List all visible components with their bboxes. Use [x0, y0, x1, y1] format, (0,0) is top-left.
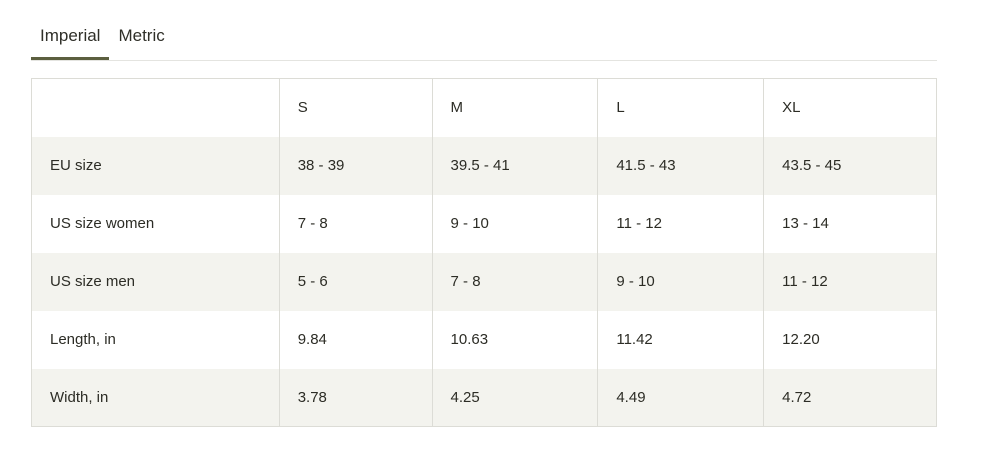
table-row-length: Length, in 9.84 10.63 11.42 12.20	[32, 310, 937, 369]
tab-metric[interactable]: Metric	[109, 18, 173, 59]
row-label: Length, in	[50, 331, 116, 348]
table-header-row: S M L XL	[32, 78, 937, 137]
table-cell: 9.84	[278, 310, 433, 369]
column-header-xl: XL	[763, 78, 937, 137]
unit-tabs: Imperial Metric	[31, 18, 937, 61]
table-cell: 39.5 - 41	[431, 136, 598, 195]
row-label: US size women	[50, 215, 155, 232]
table-cell: 43.5 - 45	[763, 136, 937, 195]
table-cell: 4.72	[763, 368, 937, 427]
table-cell: 3.78	[278, 368, 433, 427]
column-header-l: L	[597, 78, 764, 137]
table-row-us-size-men: US size men 5 - 6 7 - 8 9 - 10 11 - 12	[31, 252, 937, 311]
row-label: EU size	[31, 136, 280, 195]
table-cell: 7 - 8	[431, 252, 598, 311]
table-cell: 11 - 12	[763, 252, 937, 311]
tab-imperial[interactable]: Imperial	[31, 18, 110, 60]
table-cell: 4.25	[431, 368, 598, 427]
table-cell: 12.20	[763, 310, 937, 369]
table-cell: 10.63	[431, 310, 598, 369]
table-cell: 11 - 12	[597, 194, 764, 253]
table-cell: 9 - 10	[431, 194, 598, 253]
row-label: Width, in	[31, 368, 280, 427]
table-cell: 41.5 - 43	[597, 136, 764, 195]
table-cell: 38 - 39	[278, 136, 433, 195]
table-cell: 13 - 14	[763, 194, 937, 253]
row-label: US size men	[31, 252, 280, 311]
table-row-eu-size: EU size 38 - 39 39.5 - 41 41.5 - 43 43.5…	[31, 136, 937, 195]
table-row-us-size-women: US size women 7 - 8 9 - 10 11 - 12 13 - …	[32, 194, 937, 253]
table-cell: 5 - 6	[278, 252, 433, 311]
table-cell: 7 - 8	[278, 194, 433, 253]
column-header-m: M	[431, 78, 598, 137]
size-guide: Imperial Metric S M L XL EU size 38 - 39…	[0, 0, 988, 465]
column-header-empty	[32, 79, 280, 137]
size-table: S M L XL EU size 38 - 39 39.5 - 41 41.5 …	[31, 78, 937, 427]
table-cell: 11.42	[597, 310, 764, 369]
table-cell: 9 - 10	[597, 252, 764, 311]
table-row-width: Width, in 3.78 4.25 4.49 4.72	[31, 368, 937, 427]
table-cell: 4.49	[597, 368, 764, 427]
column-header-s: S	[278, 78, 433, 137]
